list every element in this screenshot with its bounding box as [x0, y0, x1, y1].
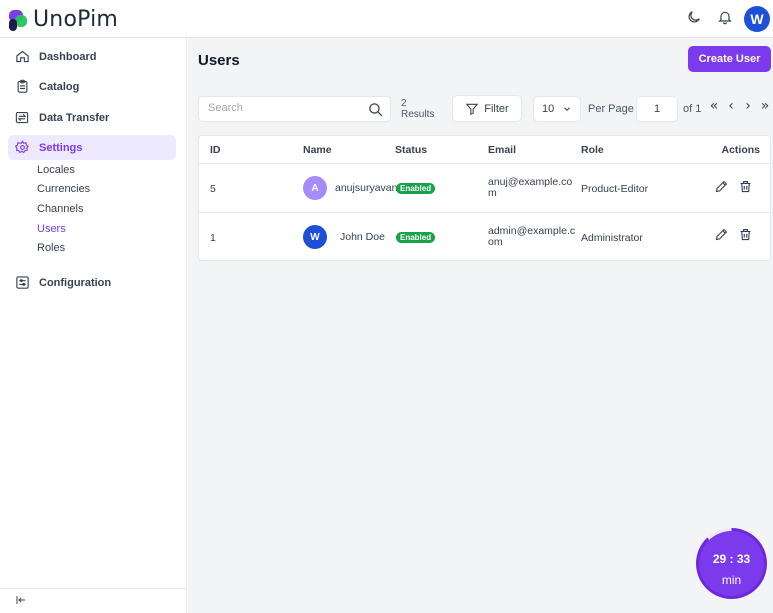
user-id: 1	[210, 232, 216, 244]
brand-name: UnoPim	[33, 7, 119, 32]
column-header-role[interactable]: Role	[581, 144, 604, 156]
results-number: 2	[401, 98, 407, 109]
main-content: Users Create User 2 Results Filter 10 Pe…	[188, 38, 773, 613]
gear-icon	[14, 140, 30, 156]
home-icon	[14, 49, 30, 65]
sidebar-subitem-locales[interactable]: Locales	[37, 164, 75, 176]
user-email: anuj@example.co m	[488, 177, 572, 199]
sidebar-item-label: Dashboard	[39, 50, 97, 63]
sidebar-item-catalog[interactable]: Catalog	[8, 74, 176, 99]
column-header-id[interactable]: ID	[210, 144, 221, 156]
unopim-logo[interactable]: UnoPim	[9, 7, 118, 32]
collapse-sidebar-icon[interactable]	[15, 594, 27, 609]
first-page-icon[interactable]: «	[707, 99, 721, 114]
sidebar-item-dashboard[interactable]: Dashboard	[8, 44, 176, 69]
users-table: ID Name Status Email Role Actions 5 A an…	[198, 135, 771, 261]
edit-icon[interactable]	[714, 227, 730, 243]
page-number-input[interactable]: 1	[636, 96, 678, 122]
delete-icon[interactable]	[738, 227, 754, 243]
email-line: om	[488, 236, 503, 248]
sidebar-subitem-roles[interactable]: Roles	[37, 242, 65, 254]
delete-icon[interactable]	[738, 179, 754, 195]
user-role: Product-Editor	[581, 183, 649, 195]
timer-time: 29 : 33	[712, 552, 751, 566]
status-badge: Enabled	[396, 232, 436, 243]
top-header: UnoPim W	[0, 0, 773, 38]
timer-face: 29 : 33 min	[699, 531, 764, 596]
previous-page-icon[interactable]: ‹	[724, 99, 738, 114]
results-label: Results	[401, 109, 435, 120]
status-badge: Enabled	[396, 183, 436, 194]
results-count: 2 Results	[401, 98, 434, 120]
bell-icon[interactable]	[717, 9, 735, 27]
page-title: Users	[198, 52, 240, 69]
sidebar-subitem-users[interactable]: Users	[37, 223, 66, 235]
filter-label: Filter	[484, 102, 509, 115]
user-role: Administrator	[581, 232, 643, 244]
column-header-actions: Actions	[721, 144, 760, 156]
per-page-label: Per Page	[588, 103, 634, 115]
user-avatar: A	[303, 176, 327, 200]
next-page-icon[interactable]: ›	[741, 99, 755, 114]
user-id: 5	[210, 183, 216, 195]
chevron-down-icon	[562, 104, 572, 117]
session-timer: 29 : 33 min	[696, 528, 767, 599]
sidebar: Dashboard Catalog Data Transfer Settings…	[0, 38, 187, 613]
search-input[interactable]	[208, 102, 358, 114]
sidebar-item-label: Configuration	[39, 276, 112, 289]
user-avatar[interactable]: W	[744, 6, 770, 32]
per-page-value: 10	[542, 103, 555, 115]
sidebar-item-configuration[interactable]: Configuration	[8, 270, 176, 295]
filter-button[interactable]: Filter	[452, 95, 522, 122]
moon-icon[interactable]	[686, 9, 704, 27]
table-row: 5 A anujsuryavanshi Enabled anuj@example…	[199, 163, 770, 212]
sidebar-item-label: Settings	[39, 141, 83, 154]
per-page-select[interactable]: 10	[533, 96, 581, 122]
filter-icon	[465, 103, 479, 115]
user-name: John Doe	[340, 231, 385, 243]
unopim-logo-icon	[9, 9, 29, 31]
sidebar-item-settings[interactable]: Settings	[8, 135, 176, 160]
clipboard-icon	[14, 79, 30, 95]
column-header-email[interactable]: Email	[488, 144, 516, 156]
table-row: 1 W John Doe Enabled admin@example.c om …	[199, 212, 770, 261]
avatar-letter: W	[310, 231, 320, 243]
timer-unit: min	[721, 573, 742, 587]
transfer-icon	[14, 110, 30, 126]
sidebar-item-label: Data Transfer	[39, 111, 110, 124]
sidebar-subitem-currencies[interactable]: Currencies	[37, 183, 90, 195]
user-avatar: W	[303, 225, 327, 249]
column-header-status[interactable]: Status	[395, 144, 427, 156]
sidebar-item-data-transfer[interactable]: Data Transfer	[8, 105, 176, 130]
user-email: admin@example.c om	[488, 226, 575, 248]
sidebar-collapse-bar	[0, 588, 187, 613]
edit-icon[interactable]	[714, 179, 730, 195]
email-line: anuj@example.co	[488, 176, 573, 188]
page-total-label: of 1	[683, 103, 702, 115]
create-user-button[interactable]: Create User	[688, 46, 771, 72]
sidebar-item-label: Catalog	[39, 80, 80, 93]
sliders-icon	[14, 275, 30, 291]
sidebar-subitem-channels[interactable]: Channels	[37, 203, 83, 215]
email-line: m	[488, 187, 497, 199]
last-page-icon[interactable]: »	[758, 99, 772, 114]
avatar-letter: W	[750, 11, 764, 27]
column-header-name[interactable]: Name	[303, 144, 332, 156]
search-box	[198, 96, 391, 122]
avatar-letter: A	[311, 182, 319, 194]
search-icon[interactable]	[367, 101, 384, 123]
